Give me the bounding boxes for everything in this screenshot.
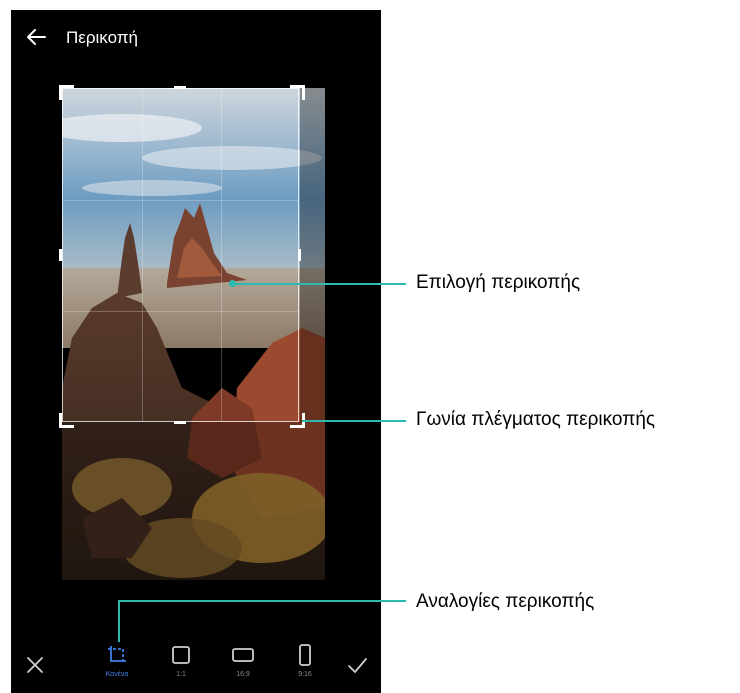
landscape-ratio-icon — [232, 648, 254, 662]
ratio-label: 16:9 — [236, 671, 250, 678]
ratio-label: 9:16 — [298, 671, 312, 678]
square-ratio-icon — [172, 646, 190, 664]
crop-corner-top-left[interactable] — [59, 85, 74, 100]
callout-grid-corner: Γωνία πλέγματος περικοπής — [416, 409, 656, 430]
ratio-16-9-button[interactable]: 16:9 — [221, 635, 265, 693]
ratio-9-16-button[interactable]: 9:16 — [283, 635, 327, 693]
ratio-free-button[interactable]: Κανένα — [95, 635, 139, 693]
crop-corner-top-right[interactable] — [290, 85, 305, 100]
free-crop-icon — [108, 646, 126, 664]
crop-frame[interactable] — [62, 88, 299, 422]
check-icon — [348, 658, 367, 673]
crop-grid-line — [63, 200, 298, 201]
ratio-label: Κανένα — [105, 671, 129, 678]
cancel-button[interactable] — [13, 635, 57, 693]
callout-line — [118, 600, 406, 602]
ratio-label: 1:1 — [176, 671, 186, 678]
crop-edge-top-handle[interactable] — [174, 86, 186, 89]
crop-edge-left-handle[interactable] — [59, 249, 62, 261]
callout-crop-ratios: Αναλογίες περικοπής — [416, 591, 595, 612]
callout-crop-selection: Επιλογή περικοπής — [416, 272, 581, 293]
crop-grid-line — [221, 89, 222, 421]
ratio-1-1-button[interactable]: 1:1 — [159, 635, 203, 693]
callout-line — [118, 600, 120, 642]
callout-line — [232, 283, 406, 285]
crop-edge-bottom-handle[interactable] — [174, 421, 186, 424]
crop-toolbar: Κανένα 1:1 16:9 9:16 — [11, 635, 381, 693]
confirm-button[interactable] — [335, 635, 379, 693]
callout-line — [302, 420, 406, 422]
outside-crop-shade-bottom — [62, 422, 325, 580]
outside-crop-shade — [300, 88, 325, 422]
crop-grid-line — [142, 89, 143, 421]
close-icon — [27, 657, 43, 673]
phone-screen: Περικοπή Κανένα 1:1 16:9 9:16 — [11, 10, 381, 693]
back-arrow-icon[interactable] — [25, 26, 47, 48]
crop-grid-line — [63, 311, 298, 312]
top-bar: Περικοπή — [11, 10, 381, 64]
crop-corner-bottom-left[interactable] — [59, 413, 74, 428]
portrait-ratio-icon — [299, 644, 311, 666]
page-title: Περικοπή — [66, 28, 138, 47]
crop-edge-right-handle[interactable] — [298, 249, 301, 261]
